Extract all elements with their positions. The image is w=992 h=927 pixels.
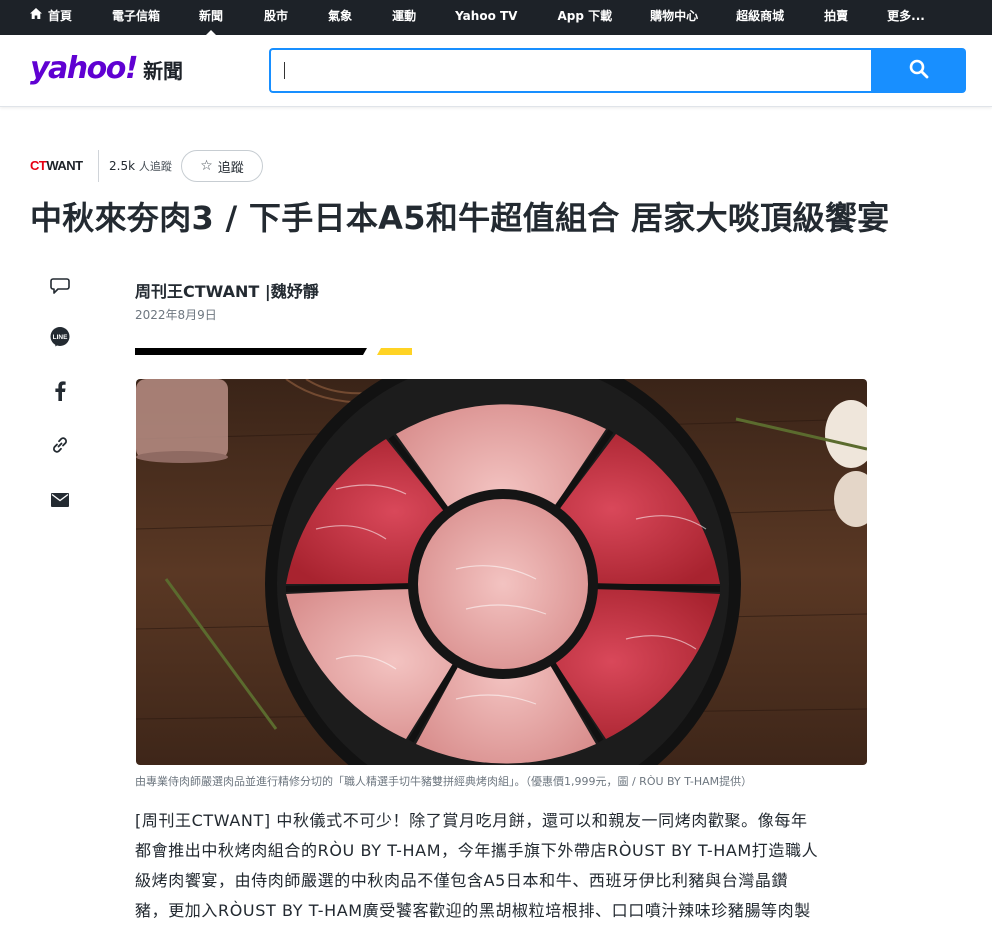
logo-section-label: 新聞 [143, 59, 184, 83]
yahoo-news-logo[interactable]: yahoo! 新聞 [30, 51, 183, 86]
provider-logo-suffix: WANT [46, 158, 83, 173]
follower-count-unit: 人追蹤 [138, 160, 172, 173]
search-field[interactable] [269, 48, 871, 93]
share-line-button[interactable]: LINE [47, 326, 73, 352]
nav-item-auction[interactable]: 拍賣 [824, 0, 848, 35]
home-icon [30, 0, 42, 32]
site-header: yahoo! 新聞 [0, 35, 992, 107]
facebook-icon [54, 381, 66, 405]
meat-platter-photo [136, 379, 867, 765]
nav-item-mail[interactable]: 電子信箱 [112, 0, 160, 35]
share-mail-button[interactable] [47, 488, 73, 514]
byline-divider-black [135, 348, 367, 355]
article-date: 2022年8月9日 [135, 308, 217, 322]
article-byline[interactable]: 周刊王CTWANT |魏妤靜 [135, 278, 319, 302]
comment-button[interactable] [47, 275, 73, 301]
article-body: [周刊王CTWANT] 中秋儀式不可少！除了賞月吃月餅，還可以和親友一同烤肉歡聚… [135, 806, 867, 926]
provider-logo-prefix: CT [30, 158, 47, 173]
paragraph-line: 豬，更加入RÒUST BY T-HAM廣受饕客歡迎的黑胡椒粒培根排、口口噴汁辣味… [135, 901, 811, 920]
paragraph-line: 都會推出中秋烤肉組合的RÒU BY T-HAM，今年攜手旗下外帶店RÒUST B… [135, 841, 819, 860]
search-button[interactable] [871, 48, 966, 93]
article-hero-image[interactable] [136, 379, 867, 765]
share-facebook-button[interactable] [47, 380, 73, 406]
follow-button-label: 追蹤 [217, 160, 244, 176]
top-nav-bar: 首頁 電子信箱 新聞 股市 氣象 運動 Yahoo TV App 下載 購物中心… [0, 0, 992, 35]
line-icon-text: LINE [53, 334, 68, 341]
follower-count-value: 2.5k [109, 159, 136, 173]
paragraph-line: 級烤肉饗宴，由侍肉師嚴選的中秋肉品不僅包含A5日本和牛、西班牙伊比利豬與台灣晶鑽 [135, 871, 789, 890]
follow-button[interactable]: ☆ 追蹤 [181, 150, 263, 182]
copy-link-button[interactable] [47, 434, 73, 460]
nav-item-stocks[interactable]: 股市 [264, 0, 288, 35]
nav-item-more[interactable]: 更多... [887, 0, 925, 35]
follower-count: 2.5k 人追蹤 [98, 150, 172, 182]
byline-divider-yellow [377, 348, 412, 355]
nav-item-news[interactable]: 新聞 [199, 0, 223, 35]
search-icon [909, 59, 929, 83]
article-title: 中秋來夯肉3 / 下手日本A5和牛超值組合 居家大啖頂級饗宴 [30, 199, 890, 237]
image-caption: 由專業侍肉師嚴選肉品並進行精修分切的「職人精選手切牛豬雙拼經典烤肉組」。（優惠價… [135, 775, 753, 788]
nav-item-weather[interactable]: 氣象 [328, 0, 352, 35]
star-icon: ☆ [200, 158, 213, 174]
yahoo-logo-word: yahoo! [30, 51, 139, 86]
search-caret [284, 62, 285, 79]
mail-icon [51, 492, 69, 511]
right-sidebar-peek [986, 150, 992, 927]
nav-item-home-label: 首頁 [48, 9, 73, 23]
line-icon: LINE [49, 326, 71, 352]
nav-item-mall[interactable]: 超級商城 [736, 0, 784, 35]
provider-logo-ctwant[interactable]: CTWANT [30, 158, 83, 173]
paragraph-line: [周刊王CTWANT] 中秋儀式不可少！除了賞月吃月餅，還可以和親友一同烤肉歡聚… [135, 811, 808, 830]
search-input[interactable] [271, 50, 871, 91]
nav-item-shopping[interactable]: 購物中心 [650, 0, 698, 35]
nav-item-home[interactable]: 首頁 [30, 0, 72, 35]
nav-item-yahoo-tv[interactable]: Yahoo TV [455, 0, 517, 35]
nav-item-app-download[interactable]: App 下載 [557, 0, 612, 35]
link-icon [50, 435, 70, 459]
nav-item-sports[interactable]: 運動 [392, 0, 416, 35]
comment-icon [50, 277, 70, 299]
